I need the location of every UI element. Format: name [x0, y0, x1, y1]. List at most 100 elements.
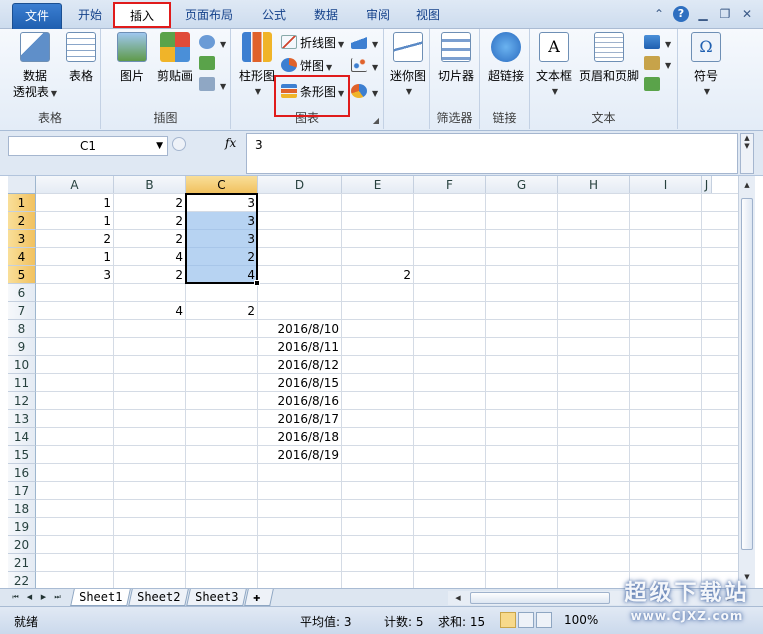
shapes-button[interactable]: ▼ — [199, 33, 226, 53]
picture-button[interactable]: 图片 — [111, 32, 153, 84]
row-header-7[interactable]: 7 — [8, 302, 36, 320]
column-header-e[interactable]: E — [342, 176, 414, 194]
column-header-c[interactable]: C — [186, 176, 258, 194]
row-header-8[interactable]: 8 — [8, 320, 36, 338]
normal-view-button[interactable] — [500, 612, 516, 628]
cell-d8[interactable]: 2016/8/10 — [258, 320, 342, 338]
sparkline-button[interactable]: 迷你图 ▼ — [388, 32, 428, 100]
dialog-launcher-icon[interactable]: ◢ — [373, 116, 379, 125]
column-header-j[interactable]: J — [702, 176, 712, 194]
scroll-left-icon[interactable]: ◀ — [452, 591, 464, 605]
tab-file[interactable]: 文件 — [12, 3, 62, 29]
cell-b7[interactable]: 4 — [114, 302, 186, 320]
cell-a5[interactable]: 3 — [36, 266, 114, 284]
symbol-button[interactable]: Ω 符号 ▼ — [684, 32, 728, 100]
row-header-18[interactable]: 18 — [8, 500, 36, 518]
row-header-11[interactable]: 11 — [8, 374, 36, 392]
row-header-16[interactable]: 16 — [8, 464, 36, 482]
textbox-button[interactable]: A 文本框 ▼ — [532, 32, 576, 100]
help-icon[interactable]: ? — [673, 6, 689, 22]
minimize-icon[interactable]: ▁ — [695, 6, 711, 22]
tab-view[interactable]: 视图 — [406, 3, 450, 29]
row-header-21[interactable]: 21 — [8, 554, 36, 572]
row-header-13[interactable]: 13 — [8, 410, 36, 428]
row-header-14[interactable]: 14 — [8, 428, 36, 446]
formula-input[interactable]: 3 — [246, 133, 738, 174]
scatter-chart-button[interactable]: ▼ — [351, 56, 378, 76]
column-header-i[interactable]: I — [630, 176, 702, 194]
name-box[interactable]: C1 ▼ — [8, 136, 168, 156]
fill-handle[interactable] — [254, 280, 260, 286]
column-header-h[interactable]: H — [558, 176, 630, 194]
row-header-20[interactable]: 20 — [8, 536, 36, 554]
page-layout-view-button[interactable] — [518, 612, 534, 628]
cell-d10[interactable]: 2016/8/12 — [258, 356, 342, 374]
row-header-17[interactable]: 17 — [8, 482, 36, 500]
sheet-tab-3[interactable]: Sheet3 — [186, 589, 248, 606]
cell-d14[interactable]: 2016/8/18 — [258, 428, 342, 446]
wordart-button[interactable]: ▼ — [644, 33, 671, 53]
cell-a3[interactable]: 2 — [36, 230, 114, 248]
cell-e5[interactable]: 2 — [342, 266, 414, 284]
vertical-scrollbar[interactable]: ▲ ▼ — [738, 176, 755, 588]
pivot-table-button[interactable]: 数据 透视表 ▼ — [10, 32, 60, 102]
row-header-12[interactable]: 12 — [8, 392, 36, 410]
insert-function-button[interactable]: fx — [225, 136, 236, 150]
pie-chart-button[interactable]: 饼图 ▼ — [281, 56, 332, 76]
page-break-view-button[interactable] — [536, 612, 552, 628]
select-all-corner[interactable] — [8, 176, 36, 194]
first-sheet-icon[interactable]: ⏮ — [10, 591, 21, 604]
column-chart-button[interactable]: 柱形图 ▼ — [236, 32, 278, 100]
tab-page-layout[interactable]: 页面布局 — [178, 3, 240, 29]
last-sheet-icon[interactable]: ⏭ — [52, 591, 63, 604]
restore-icon[interactable]: ❐ — [717, 6, 733, 22]
tab-formulas[interactable]: 公式 — [252, 3, 296, 29]
formula-expand-button[interactable]: ▲ ▼ — [740, 133, 754, 174]
cell-d9[interactable]: 2016/8/11 — [258, 338, 342, 356]
table-button[interactable]: 表格 — [62, 32, 100, 84]
row-header-15[interactable]: 15 — [8, 446, 36, 464]
tab-home[interactable]: 开始 — [68, 3, 112, 29]
horizontal-scroll-thumb[interactable] — [470, 592, 610, 604]
column-header-f[interactable]: F — [414, 176, 486, 194]
row-header-4[interactable]: 4 — [8, 248, 36, 266]
collapse-ribbon-icon[interactable]: ⌃ — [651, 6, 667, 22]
cell-d11[interactable]: 2016/8/15 — [258, 374, 342, 392]
signature-button[interactable]: ▼ — [644, 54, 671, 74]
hyperlink-button[interactable]: 超链接 — [484, 32, 528, 84]
cell-d15[interactable]: 2016/8/19 — [258, 446, 342, 464]
cell-b1[interactable]: 2 — [114, 194, 186, 212]
next-sheet-icon[interactable]: ▶ — [38, 591, 49, 604]
row-header-19[interactable]: 19 — [8, 518, 36, 536]
vertical-scroll-thumb[interactable] — [741, 198, 753, 550]
worksheet-grid[interactable]: A B C D E F G H I J 1 2 3 4 5 6 7 8 9 10 11 12 13 14 15 16 17 18 19 2… — [8, 176, 738, 590]
insert-sheet-button[interactable]: ✚ — [244, 589, 274, 606]
column-header-d[interactable]: D — [258, 176, 342, 194]
sheet-tab-1[interactable]: Sheet1 — [70, 589, 132, 606]
row-header-1[interactable]: 1 — [8, 194, 36, 212]
slicer-button[interactable]: 切片器 — [434, 32, 478, 84]
tab-insert[interactable]: 插入 — [113, 2, 171, 28]
chevron-down-icon[interactable]: ▼ — [156, 137, 163, 155]
row-header-10[interactable]: 10 — [8, 356, 36, 374]
scroll-up-icon[interactable]: ▲ — [741, 178, 753, 192]
other-charts-button[interactable]: ▼ — [351, 82, 378, 102]
prev-sheet-icon[interactable]: ◀ — [24, 591, 35, 604]
smartart-button[interactable] — [199, 54, 218, 74]
row-header-9[interactable]: 9 — [8, 338, 36, 356]
close-icon[interactable]: ✕ — [739, 6, 755, 22]
screenshot-button[interactable]: ▼ — [199, 75, 226, 95]
cell-a1[interactable]: 1 — [36, 194, 114, 212]
cell-b5[interactable]: 2 — [114, 266, 186, 284]
cell-d13[interactable]: 2016/8/17 — [258, 410, 342, 428]
cell-b2[interactable]: 2 — [114, 212, 186, 230]
clipart-button[interactable]: 剪贴画 — [155, 32, 195, 84]
row-header-3[interactable]: 3 — [8, 230, 36, 248]
row-header-2[interactable]: 2 — [8, 212, 36, 230]
cell-a2[interactable]: 1 — [36, 212, 114, 230]
area-chart-button[interactable]: ▼ — [351, 33, 378, 53]
cell-b3[interactable]: 2 — [114, 230, 186, 248]
column-header-g[interactable]: G — [486, 176, 558, 194]
cell-b4[interactable]: 4 — [114, 248, 186, 266]
row-header-5[interactable]: 5 — [8, 266, 36, 284]
